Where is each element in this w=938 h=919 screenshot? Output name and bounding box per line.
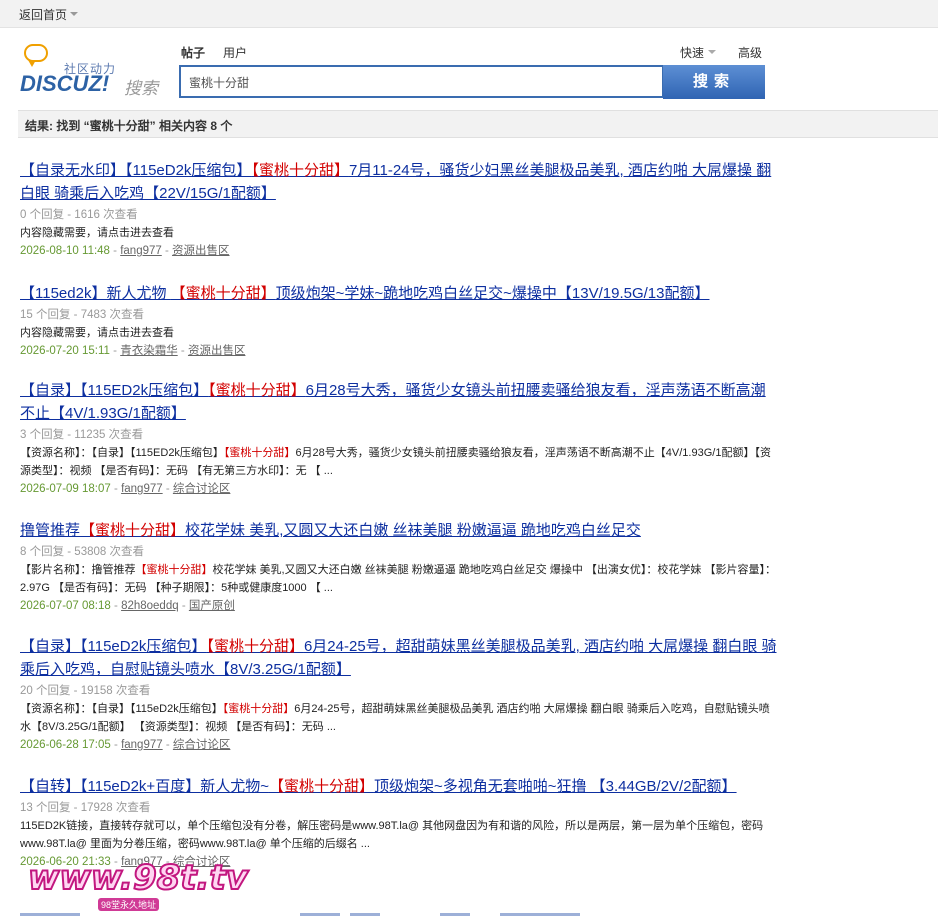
result-date: 2026-07-20 15:11 bbox=[20, 345, 110, 357]
result-snippet: 115ED2K链接，直接转存就可以，单个压缩包没有分卷，解压密码是www.98T… bbox=[20, 820, 764, 850]
discuz-logo[interactable]: 社区动力 DISCUZ! 搜索 bbox=[20, 44, 170, 98]
result-meta: 0 个回复 - 1616 次查看 bbox=[20, 209, 138, 221]
result-meta: 3 个回复 - 11235 次查看 bbox=[20, 429, 144, 441]
result-date: 2026-08-10 11:48 bbox=[20, 245, 110, 257]
result-snippet: 内容隐藏需要，请点击进去查看 bbox=[20, 327, 174, 339]
chevron-down-icon[interactable] bbox=[708, 50, 716, 54]
result-item: 【自录】【115ED2k压缩包】【蜜桃十分甜】6月28号大秀，骚货少女镜头前扭腰… bbox=[20, 379, 780, 498]
result-author-link[interactable]: fang977 bbox=[121, 483, 163, 495]
speech-bubble-tail bbox=[28, 60, 36, 67]
chevron-down-icon[interactable] bbox=[70, 12, 78, 16]
result-date: 2026-07-07 08:18 bbox=[20, 600, 111, 612]
quick-search-dropdown[interactable]: 快速 bbox=[680, 44, 704, 61]
advanced-search-link[interactable]: 高级 bbox=[738, 44, 762, 61]
result-author-link[interactable]: fang977 bbox=[121, 739, 163, 751]
result-date: 2026-07-09 18:07 bbox=[20, 483, 111, 495]
result-forum-link[interactable]: 国产原创 bbox=[189, 600, 235, 612]
result-forum-link[interactable]: 资源出售区 bbox=[172, 245, 230, 257]
next-result-partial bbox=[0, 912, 938, 919]
result-item: 撸管推荐【蜜桃十分甜】校花学妹 美乳,又圆又大还白嫩 丝袜美腿 粉嫩逼逼 跪地吃… bbox=[20, 519, 780, 615]
result-title-link[interactable]: 【自录无水印】【115eD2k压缩包】【蜜桃十分甜】7月11-24号，骚货少妇黑… bbox=[20, 159, 780, 205]
logo-brand: DISCUZ! bbox=[20, 71, 110, 96]
logo-search-word: 搜索 bbox=[124, 79, 158, 98]
tab-users[interactable]: 用户 bbox=[223, 44, 247, 61]
result-meta: 20 个回复 - 19158 次查看 bbox=[20, 685, 151, 697]
watermark-caption: 98堂永久地址 bbox=[98, 898, 160, 911]
result-title-link[interactable]: 【自转】【115eD2k+百度】新人尤物~【蜜桃十分甜】顶级炮架~多视角无套啪啪… bbox=[20, 775, 780, 798]
search-input[interactable] bbox=[187, 68, 661, 96]
result-footer: 2026-07-07 08:18 - 82h8oeddq - 国产原创 bbox=[20, 600, 235, 612]
watermark-url: www.98t.tv bbox=[27, 857, 249, 899]
result-date: 2026-06-28 17:05 bbox=[20, 739, 111, 751]
result-summary: 结果: 找到 “蜜桃十分甜” 相关内容 8 个 bbox=[25, 119, 233, 133]
tab-posts[interactable]: 帖子 bbox=[181, 44, 205, 61]
result-footer: 2026-07-20 15:11 - 青衣染霜华 - 资源出售区 bbox=[20, 345, 246, 357]
result-item: 【115ed2k】新人尤物 【蜜桃十分甜】顶级炮架~学妹~跪地吃鸡白丝足交~爆操… bbox=[20, 282, 780, 360]
result-item: 【自录无水印】【115eD2k压缩包】【蜜桃十分甜】7月11-24号，骚货少妇黑… bbox=[20, 159, 780, 260]
result-snippet: 【资源名称】：【自录】【115eD2k压缩包】【蜜桃十分甜】6月24-25号，超… bbox=[20, 703, 770, 733]
result-meta: 8 个回复 - 53808 次查看 bbox=[20, 546, 144, 558]
result-title-link[interactable]: 【自录】【115ED2k压缩包】【蜜桃十分甜】6月28号大秀，骚货少女镜头前扭腰… bbox=[20, 379, 780, 425]
site-watermark: www.98t.tv 98堂永久地址 bbox=[27, 857, 249, 911]
result-title-link[interactable]: 撸管推荐【蜜桃十分甜】校花学妹 美乳,又圆又大还白嫩 丝袜美腿 粉嫩逼逼 跪地吃… bbox=[20, 519, 780, 542]
result-forum-link[interactable]: 资源出售区 bbox=[188, 345, 246, 357]
result-meta: 13 个回复 - 17928 次查看 bbox=[20, 802, 151, 814]
result-snippet: 【影片名称】：撸管推荐【蜜桃十分甜】校花学妹 美乳,又圆又大还白嫩 丝袜美腿 粉… bbox=[20, 564, 776, 594]
result-author-link[interactable]: 82h8oeddq bbox=[121, 600, 179, 612]
search-box bbox=[179, 65, 664, 98]
result-footer: 2026-06-28 17:05 - fang977 - 综合讨论区 bbox=[20, 739, 231, 751]
result-forum-link[interactable]: 综合讨论区 bbox=[173, 483, 231, 495]
result-footer: 2026-07-09 18:07 - fang977 - 综合讨论区 bbox=[20, 483, 231, 495]
result-title-link[interactable]: 【115ed2k】新人尤物 【蜜桃十分甜】顶级炮架~学妹~跪地吃鸡白丝足交~爆操… bbox=[20, 282, 780, 305]
result-meta: 15 个回复 - 7483 次查看 bbox=[20, 309, 144, 321]
result-author-link[interactable]: fang977 bbox=[120, 245, 162, 257]
back-home-link[interactable]: 返回首页 bbox=[19, 6, 67, 23]
result-summary-bar: 结果: 找到 “蜜桃十分甜” 相关内容 8 个 bbox=[18, 110, 938, 138]
top-bar: 返回首页 bbox=[0, 0, 938, 28]
result-snippet: 【资源名称】：【自录】【115ED2k压缩包】【蜜桃十分甜】6月28号大秀，骚货… bbox=[20, 447, 771, 477]
result-title-link[interactable]: 【自录】【115eD2k压缩包】【蜜桃十分甜】6月24-25号，超甜萌妹黑丝美腿… bbox=[20, 635, 780, 681]
result-item: 【自转】【115eD2k+百度】新人尤物~【蜜桃十分甜】顶级炮架~多视角无套啪啪… bbox=[20, 775, 780, 871]
result-author-link[interactable]: 青衣染霜华 bbox=[120, 345, 178, 357]
result-forum-link[interactable]: 综合讨论区 bbox=[173, 739, 231, 751]
result-snippet: 内容隐藏需要，请点击进去查看 bbox=[20, 227, 174, 239]
result-footer: 2026-08-10 11:48 - fang977 - 资源出售区 bbox=[20, 245, 230, 257]
result-item: 【自录】【115eD2k压缩包】【蜜桃十分甜】6月24-25号，超甜萌妹黑丝美腿… bbox=[20, 635, 780, 754]
search-button[interactable]: 搜索 bbox=[663, 65, 765, 99]
